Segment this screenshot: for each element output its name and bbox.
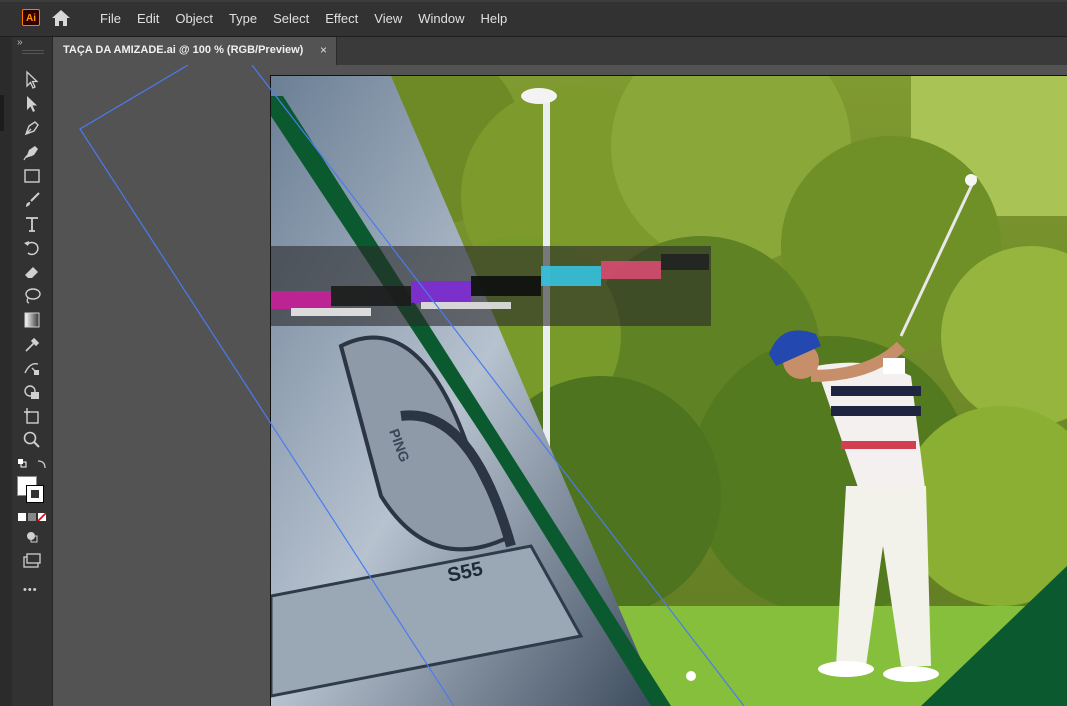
app-logo: Ai [22, 9, 40, 26]
document-tab-title: TAÇA DA AMIZADE.ai @ 100 % (RGB/Preview) [63, 44, 304, 56]
rectangle-tool-icon[interactable] [22, 166, 44, 186]
rotate-tool-icon[interactable] [22, 238, 44, 258]
selection-path-overlay [79, 65, 745, 706]
application-bar: Ai File Edit Object Type Select Effect V… [0, 0, 1067, 37]
menu-window[interactable]: Window [410, 11, 472, 26]
stroke-swatch[interactable] [26, 485, 44, 503]
menu-edit[interactable]: Edit [129, 11, 167, 26]
zoom-tool-icon[interactable] [22, 430, 44, 450]
pen-tool-icon[interactable] [22, 118, 44, 138]
selection-tool-icon[interactable] [22, 70, 44, 90]
left-dock-edge [0, 37, 12, 706]
eyedropper-tool-icon[interactable] [22, 334, 44, 354]
fill-stroke-swatch[interactable] [17, 476, 47, 506]
artboard-tool-icon[interactable] [22, 406, 44, 426]
swap-colors-icon[interactable] [18, 458, 48, 472]
type-tool-icon[interactable] [22, 214, 44, 234]
lasso-tool-icon[interactable] [22, 286, 44, 306]
document-tab[interactable]: TAÇA DA AMIZADE.ai @ 100 % (RGB/Preview)… [54, 37, 337, 65]
menu-help[interactable]: Help [472, 11, 515, 26]
paintbrush-tool-icon[interactable] [22, 190, 44, 210]
color-mode-buttons[interactable] [18, 511, 48, 523]
menu-file[interactable]: File [92, 11, 129, 26]
menu-effect[interactable]: Effect [317, 11, 366, 26]
direct-selection-tool-icon[interactable] [22, 94, 44, 114]
home-icon[interactable] [50, 8, 72, 28]
edit-toolbar-button[interactable]: ••• [23, 584, 38, 596]
eraser-tool-icon[interactable] [22, 262, 44, 282]
menu-select[interactable]: Select [265, 11, 317, 26]
document-tab-bar: TAÇA DA AMIZADE.ai @ 100 % (RGB/Preview)… [54, 37, 1067, 65]
gradient-tool-icon[interactable] [22, 310, 44, 330]
draw-mode-icon[interactable] [22, 527, 44, 547]
close-icon[interactable]: × [320, 43, 327, 57]
panel-grip[interactable] [22, 50, 44, 54]
menu-object[interactable]: Object [167, 11, 221, 26]
canvas-area[interactable]: S55 PING [54, 65, 1067, 706]
collapse-panel-button[interactable]: » [17, 37, 23, 48]
blend-tool-icon[interactable] [22, 358, 44, 378]
tools-panel: » ••• [12, 37, 53, 706]
screen-mode-icon[interactable] [22, 551, 44, 571]
menu-view[interactable]: View [366, 11, 410, 26]
curvature-tool-icon[interactable] [22, 142, 44, 162]
shape-builder-tool-icon[interactable] [22, 382, 44, 402]
dock-marker [0, 95, 4, 131]
menu-type[interactable]: Type [221, 11, 265, 26]
menu-bar: File Edit Object Type Select Effect View… [92, 0, 515, 36]
